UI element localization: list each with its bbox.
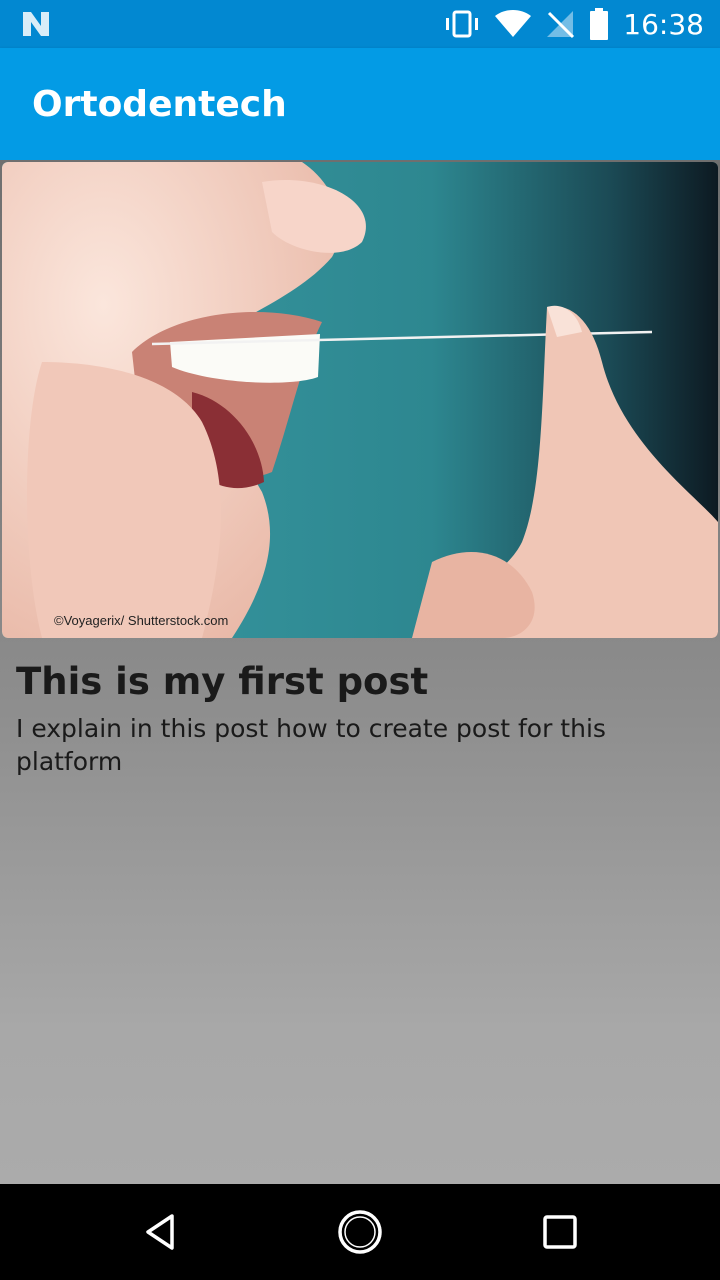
image-credit: ©Voyagerix/ Shutterstock.com xyxy=(54,613,229,628)
flossing-photo xyxy=(2,162,718,638)
post-title: This is my first post xyxy=(16,660,429,703)
app-bar: Ortodentech xyxy=(0,48,720,160)
recents-button[interactable] xyxy=(536,1208,584,1256)
status-bar: 16:38 xyxy=(0,0,720,48)
wifi-icon xyxy=(495,10,532,37)
post-body: I explain in this post how to create pos… xyxy=(16,714,606,776)
battery-icon xyxy=(590,8,609,40)
home-button[interactable] xyxy=(336,1208,384,1256)
status-icons: 16:38 xyxy=(443,0,704,48)
back-button[interactable] xyxy=(136,1208,184,1256)
back-icon xyxy=(146,1214,174,1250)
n-logo-icon xyxy=(23,12,49,36)
home-icon xyxy=(338,1210,382,1254)
no-sim-icon xyxy=(547,11,575,39)
status-time: 16:38 xyxy=(623,7,704,41)
post-image[interactable]: ©Voyagerix/ Shutterstock.com xyxy=(2,162,718,638)
navigation-bar xyxy=(0,1184,720,1280)
post-detail[interactable]: ©Voyagerix/ Shutterstock.com This is my … xyxy=(0,160,720,1184)
vibrate-icon xyxy=(446,10,479,38)
recents-icon xyxy=(543,1215,577,1249)
app-title: Ortodentech xyxy=(32,84,287,125)
